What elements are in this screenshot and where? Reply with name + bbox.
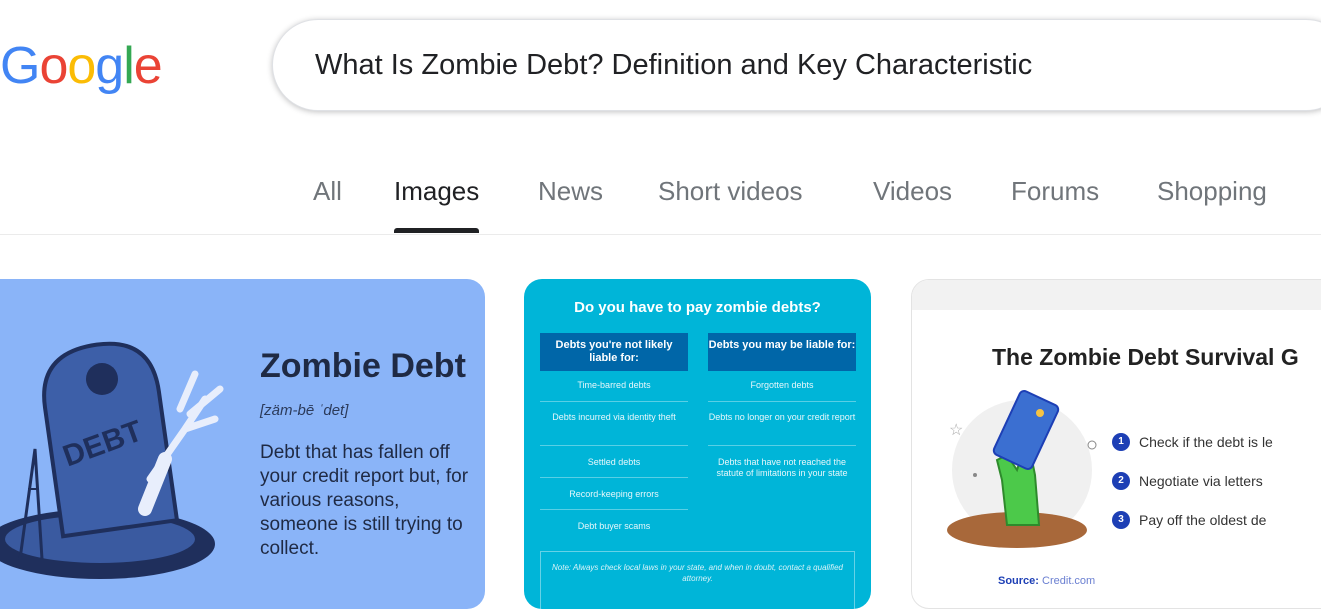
- tab-short-videos[interactable]: Short videos: [658, 176, 803, 207]
- image-result-zombie-debt-definition[interactable]: DEBT Zombie Debt [zäm-bē ˈdet] Debt that…: [0, 279, 485, 609]
- definition-text: Debt that has fallen off your credit rep…: [260, 442, 469, 559]
- search-query-text[interactable]: What Is Zombie Debt? Definition and Key …: [315, 49, 1032, 82]
- divider: [540, 509, 688, 510]
- column-header-may-be-liable: Debts you may be liable for:: [708, 333, 856, 371]
- pronunciation: [zäm-bē ˈdet]: [260, 402, 349, 419]
- divider: [540, 445, 688, 446]
- list-item: Debts incurred via identity theft: [552, 412, 676, 422]
- divider: [540, 477, 688, 478]
- disclaimer-note: Note: Always check local laws in your st…: [540, 551, 855, 609]
- list-item: Debt buyer scams: [577, 521, 651, 531]
- search-input[interactable]: What Is Zombie Debt? Definition and Key …: [272, 19, 1321, 111]
- tab-videos[interactable]: Videos: [873, 176, 952, 207]
- svg-text:☆: ☆: [949, 422, 963, 439]
- list-item: Record-keeping errors: [569, 489, 659, 499]
- zombie-tombstone-illustration: DEBT: [0, 341, 224, 579]
- source-credit: Source: Credit.com: [998, 575, 1096, 587]
- tab-forums[interactable]: Forums: [1011, 176, 1099, 207]
- divider: [708, 401, 856, 402]
- list-item: Time-barred debts: [577, 380, 651, 390]
- divider: [540, 401, 688, 402]
- column-header-not-liable: Debts you're not likely liable for:: [540, 333, 688, 371]
- card-title: Zombie Debt: [260, 347, 466, 385]
- list-item: Debts no longer on your credit report: [708, 412, 856, 422]
- image-result-pay-zombie-debts[interactable]: Do you have to pay zombie debts? Debts y…: [524, 279, 871, 609]
- image-result-survival-guide[interactable]: The Zombie Debt Survival G ☆ 1 Check if t…: [911, 279, 1321, 609]
- divider: [708, 445, 856, 446]
- step-item: 2 Negotiate via letters: [1112, 472, 1263, 490]
- tab-all[interactable]: All: [313, 176, 342, 207]
- card-title: Do you have to pay zombie debts?: [574, 299, 821, 316]
- card-title: The Zombie Debt Survival G: [992, 344, 1299, 370]
- tab-news[interactable]: News: [538, 176, 603, 207]
- step-item: 1 Check if the debt is le: [1112, 433, 1273, 451]
- tab-images[interactable]: Images: [394, 176, 480, 233]
- list-item: Debts that have not reached the statute …: [716, 457, 848, 478]
- tab-shopping[interactable]: Shopping: [1157, 176, 1267, 207]
- list-item: Settled debts: [587, 457, 641, 467]
- list-item: Forgotten debts: [750, 380, 814, 390]
- zombie-hand-card-illustration: ☆: [947, 390, 1097, 548]
- card-header-band: [912, 280, 1321, 310]
- search-tabs: All Images News Short videos Videos Foru…: [0, 160, 1321, 235]
- google-logo[interactable]: Google: [0, 36, 163, 96]
- step-item: 3 Pay off the oldest de: [1112, 511, 1266, 529]
